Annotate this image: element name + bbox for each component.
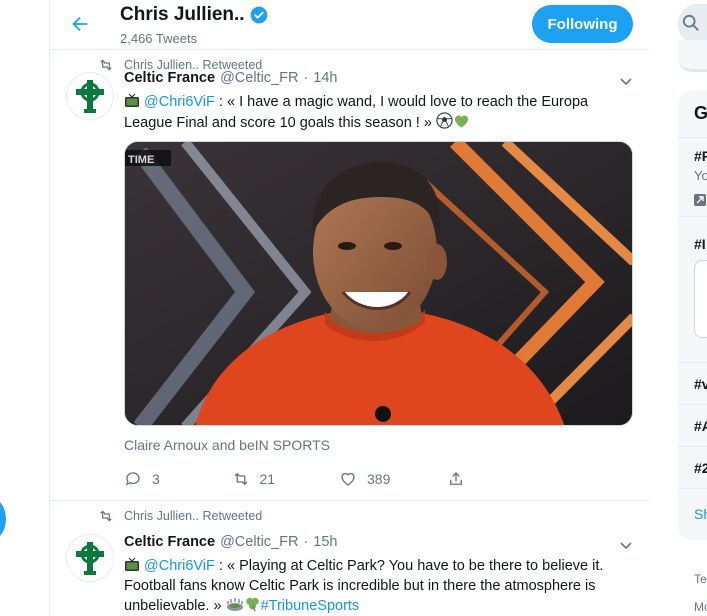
trend-item[interactable]: #F [694, 148, 707, 164]
celtic-cross-logo [76, 80, 104, 113]
avatar[interactable] [66, 72, 114, 120]
retweet-count: 21 [259, 471, 276, 487]
show-more-link[interactable]: Sh [694, 506, 707, 522]
reply-icon [125, 472, 140, 486]
retweet-context-label: Chris Jullien.. Retweeted [124, 509, 263, 523]
stadium-icon [226, 598, 243, 611]
trend-media-card[interactable] [694, 260, 707, 338]
trends-panel: G #F Yo #I #v #A #2 Sh [678, 90, 707, 540]
media-caption[interactable]: Claire Arnoux and beIN SPORTS [124, 437, 330, 453]
tweet[interactable]: Chris Jullien.. Retweeted Celtic France … [50, 501, 649, 616]
timeline-column: Chris Jullien.. 2,466 Tweets Following C… [49, 0, 649, 616]
like-button[interactable]: 389 [339, 470, 447, 488]
trend-item[interactable]: #v [694, 376, 707, 392]
back-arrow-icon [72, 16, 88, 32]
tweet-time[interactable]: 15h [313, 534, 337, 550]
reply-count: 3 [152, 471, 160, 487]
avatar[interactable] [66, 534, 114, 582]
verified-badge-icon [249, 5, 269, 25]
chevron-down-icon [620, 78, 632, 86]
chevron-down-icon [620, 542, 632, 550]
like-count: 389 [367, 471, 391, 487]
retweet-icon [100, 59, 112, 71]
reply-button[interactable]: 3 [124, 470, 232, 488]
divider [678, 404, 707, 405]
trend-item[interactable]: #A [694, 418, 707, 434]
retweet-button[interactable]: 21 [232, 470, 340, 488]
author-handle[interactable]: @Celtic_FR [220, 70, 298, 86]
tweet-time[interactable]: 14h [313, 70, 337, 86]
tweet-menu-button[interactable] [617, 536, 635, 554]
profile-header: Chris Jullien.. 2,466 Tweets Following [50, 0, 649, 50]
search-icon [682, 14, 699, 31]
author-name[interactable]: Celtic France [124, 534, 215, 550]
shamrock-icon [245, 597, 259, 612]
celtic-cross-logo [76, 542, 104, 575]
divider [678, 446, 707, 447]
tweet-media-image[interactable]: TIME [124, 141, 633, 426]
mention-link[interactable]: @Chri6ViF [144, 558, 215, 574]
like-icon [341, 472, 355, 486]
sidebar-card [678, 40, 707, 72]
share-icon [449, 472, 462, 485]
hashtag-link[interactable]: #TribuneSports [261, 598, 360, 614]
tweet[interactable]: Chris Jullien.. Retweeted Celtic France … [50, 50, 649, 501]
trend-item[interactable]: #I [694, 236, 706, 252]
soccer-ball-icon [436, 112, 453, 129]
media-overlay-text: TIME [128, 154, 154, 166]
tweet-header: Celtic France @Celtic_FR · 14h [124, 70, 338, 86]
tweet-actions: 3 21 389 [124, 470, 554, 488]
tweet-count: 2,466 Tweets [120, 31, 198, 46]
following-button[interactable]: Following [532, 5, 633, 43]
retweet-icon [100, 510, 112, 522]
tv-icon [125, 93, 139, 107]
author-handle[interactable]: @Celtic_FR [220, 534, 298, 550]
separator-dot: · [303, 534, 309, 550]
right-sidebar: G #F Yo #I #v #A #2 Sh Ter Mc [649, 0, 707, 616]
divider [678, 216, 707, 217]
author-name[interactable]: Celtic France [124, 70, 215, 86]
tweet-header: Celtic France @Celtic_FR · 15h [124, 534, 338, 550]
separator-dot: · [303, 70, 309, 86]
green-heart-icon [454, 115, 469, 128]
trend-item[interactable]: #2 [694, 460, 707, 476]
trends-title: G [694, 103, 707, 123]
profile-name: Chris Jullien.. [120, 4, 245, 25]
footer-link[interactable]: Mc [694, 600, 707, 614]
compose-tweet-button[interactable] [0, 498, 6, 540]
mention-link[interactable]: @Chri6ViF [144, 94, 215, 110]
tv-icon [125, 557, 139, 571]
retweet-icon [234, 472, 247, 486]
profile-name-row: Chris Jullien.. [120, 4, 269, 26]
tweet-text: @Chri6ViF : « I have a magic wand, I wou… [124, 92, 634, 133]
share-button[interactable] [447, 470, 555, 488]
divider [678, 137, 707, 138]
divider [678, 488, 707, 489]
back-button[interactable] [62, 8, 98, 40]
divider [678, 362, 707, 363]
tweet-text: @Chri6ViF : « Playing at Celtic Park? Yo… [124, 556, 634, 616]
external-link-icon [694, 194, 706, 206]
tweet-menu-button[interactable] [617, 72, 635, 90]
retweet-context: Chris Jullien.. Retweeted [98, 509, 262, 523]
trend-description: Yo [694, 168, 707, 183]
footer-link[interactable]: Ter [694, 572, 707, 586]
